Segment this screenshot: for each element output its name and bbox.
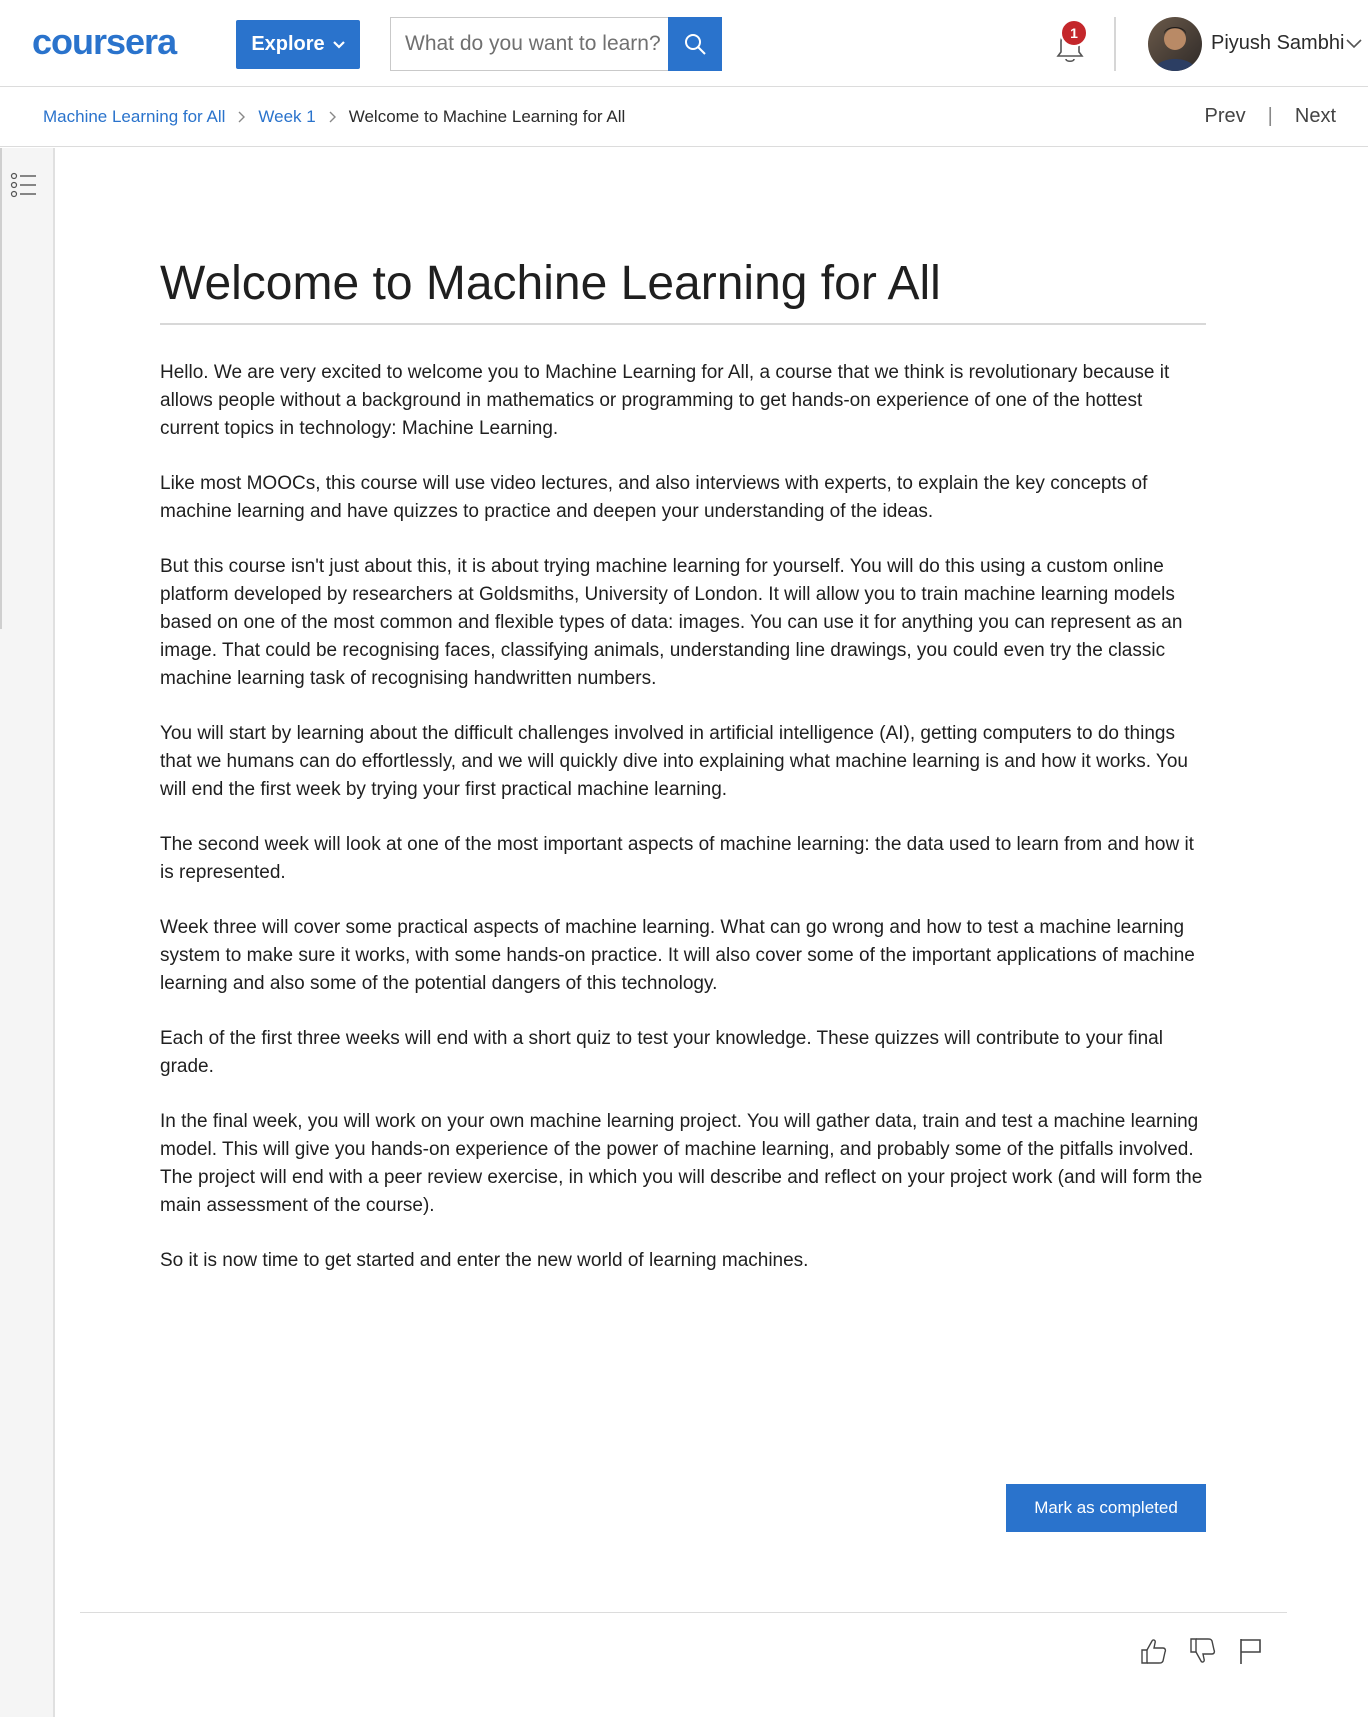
breadcrumb-current: Welcome to Machine Learning for All <box>348 107 626 126</box>
avatar-image <box>1148 17 1202 71</box>
chevron-right-icon <box>329 111 336 123</box>
search-button[interactable] <box>668 17 722 71</box>
chevron-right-icon <box>238 111 246 123</box>
item-navigation: Prev | Next <box>1205 105 1336 128</box>
chevron-down-icon[interactable] <box>1346 39 1362 49</box>
reading-content: Hello. We are very excited to welcome yo… <box>160 359 1206 1302</box>
footer-divider <box>80 1612 1287 1613</box>
top-header: coursera Explore 1 <box>0 0 1368 87</box>
chevron-down-icon <box>332 40 345 49</box>
explore-label: Explore <box>251 33 325 55</box>
course-sidebar <box>0 148 55 1717</box>
nav-separator: | <box>1267 105 1273 127</box>
logo-text: coursera <box>32 24 178 62</box>
breadcrumb-week-link[interactable]: Week 1 <box>258 107 315 127</box>
paragraph: In the final week, you will work on your… <box>160 1111 1203 1216</box>
user-name[interactable]: Piyush Sambhi <box>1211 32 1344 55</box>
thumbs-down-icon[interactable] <box>1188 1636 1218 1666</box>
mark-as-completed-button[interactable]: Mark as completed <box>1006 1484 1206 1532</box>
search-icon <box>685 34 706 55</box>
breadcrumb: Machine Learning for All Week 1 Welcome … <box>43 107 625 127</box>
page-title: Welcome to Machine Learning for All <box>160 256 1206 325</box>
prev-link[interactable]: Prev <box>1205 105 1246 128</box>
breadcrumb-bar: Machine Learning for All Week 1 Welcome … <box>0 88 1368 147</box>
paragraph: Hello. We are very excited to welcome yo… <box>160 362 1170 439</box>
explore-button[interactable]: Explore <box>236 20 360 69</box>
next-link[interactable]: Next <box>1295 105 1336 128</box>
paragraph: But this course isn't just about this, i… <box>160 556 1183 689</box>
list-icon[interactable] <box>10 172 38 198</box>
paragraph: Like most MOOCs, this course will use vi… <box>160 473 1148 522</box>
paragraph: You will start by learning about the dif… <box>160 723 1188 800</box>
flag-icon[interactable] <box>1236 1636 1266 1666</box>
paragraph: The second week will look at one of the … <box>160 834 1194 883</box>
coursera-logo[interactable]: coursera <box>32 24 204 62</box>
paragraph: So it is now time to get started and ent… <box>160 1250 809 1271</box>
breadcrumb-course-link[interactable]: Machine Learning for All <box>43 107 225 127</box>
notification-badge: 1 <box>1060 19 1088 47</box>
thumbs-up-icon[interactable] <box>1139 1636 1169 1666</box>
sidebar-edge <box>0 148 2 629</box>
header-divider <box>1114 17 1116 71</box>
paragraph: Week three will cover some practical asp… <box>160 917 1195 994</box>
paragraph: Each of the first three weeks will end w… <box>160 1028 1163 1077</box>
avatar[interactable] <box>1148 17 1202 71</box>
